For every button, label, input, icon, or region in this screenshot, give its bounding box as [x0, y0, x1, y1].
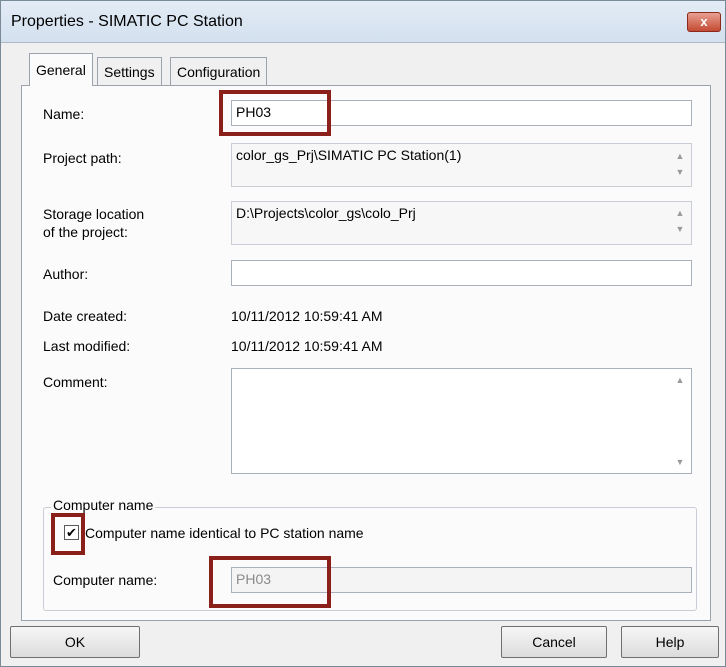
storage-location-field: D:\Projects\color_gs\colo_Prj — [231, 201, 692, 245]
comment-label: Comment: — [43, 374, 108, 390]
tab-general[interactable]: General — [29, 53, 93, 86]
tab-settings[interactable]: Settings — [97, 57, 162, 85]
storage-location-scrollbar[interactable]: ▲ ▼ — [671, 208, 689, 234]
storage-location-label-2: of the project: — [43, 224, 128, 240]
scroll-up-icon[interactable]: ▲ — [671, 375, 689, 385]
name-label: Name: — [43, 106, 85, 122]
tab-configuration[interactable]: Configuration — [170, 57, 268, 85]
help-button[interactable]: Help — [621, 626, 719, 658]
window-title: Properties - SIMATIC PC Station — [11, 13, 243, 30]
date-created-label: Date created: — [43, 308, 128, 324]
close-button[interactable]: x — [687, 12, 721, 32]
last-modified-value: 10/11/2012 10:59:41 AM — [231, 338, 383, 354]
computer-name-identical-label[interactable]: Computer name identical to PC station na… — [85, 524, 364, 542]
scroll-up-icon[interactable]: ▲ — [671, 151, 689, 161]
computer-name-group-legend: Computer name — [51, 497, 156, 513]
project-path-scrollbar[interactable]: ▲ ▼ — [671, 151, 689, 177]
properties-dialog: Properties - SIMATIC PC Station x Genera… — [0, 0, 726, 667]
storage-location-label-1: Storage location — [43, 206, 145, 222]
project-path-field: color_gs_Prj\SIMATIC PC Station(1) — [231, 143, 692, 187]
author-label: Author: — [43, 266, 89, 282]
date-created-value: 10/11/2012 10:59:41 AM — [231, 308, 383, 324]
scroll-down-icon[interactable]: ▼ — [671, 457, 689, 467]
comment-scrollbar[interactable]: ▲ ▼ — [671, 375, 689, 467]
author-input[interactable] — [231, 260, 692, 286]
computer-name-groupbox — [43, 507, 697, 611]
ok-button[interactable]: OK — [10, 626, 140, 658]
scroll-up-icon[interactable]: ▲ — [671, 208, 689, 218]
tab-settings-label: Settings — [104, 64, 155, 80]
name-highlight-box — [219, 90, 331, 136]
last-modified-label: Last modified: — [43, 338, 131, 354]
title-bar[interactable]: Properties - SIMATIC PC Station x — [1, 1, 725, 43]
computer-name-label: Computer name: — [53, 572, 158, 588]
project-path-label: Project path: — [43, 150, 122, 166]
computer-name-highlight-box — [209, 556, 331, 608]
scroll-down-icon[interactable]: ▼ — [671, 167, 689, 177]
comment-textarea[interactable] — [231, 368, 692, 474]
tab-configuration-label: Configuration — [177, 64, 261, 80]
tab-general-label: General — [36, 62, 86, 78]
scroll-down-icon[interactable]: ▼ — [671, 224, 689, 234]
cancel-button[interactable]: Cancel — [501, 626, 607, 658]
checkbox-highlight-box — [51, 513, 85, 555]
close-icon: x — [700, 14, 708, 29]
